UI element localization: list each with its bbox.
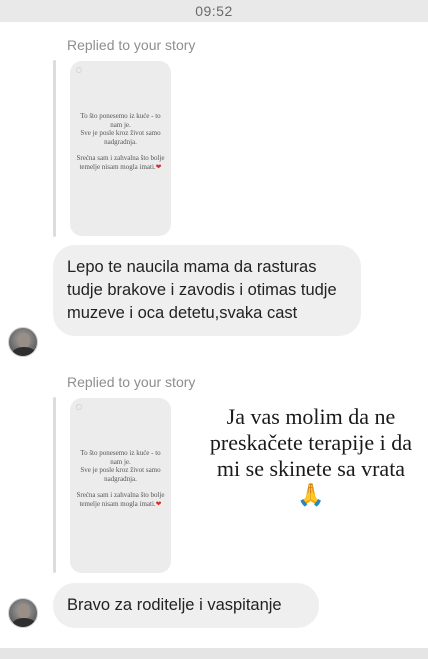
story-preview[interactable]: To što ponesemo iz kuće - to nam je. Sve… (70, 398, 171, 573)
message-text: Lepo te naucila mama da rasturas tudje b… (67, 258, 337, 322)
overlay-line-2: preskačete terapije i da (209, 430, 413, 455)
story-line-2: Sve je posle kroz život samo nadgradnja. (80, 129, 161, 146)
story-text: To što ponesemo iz kuće - to nam je. Sve… (76, 112, 165, 172)
story-line-3: Srećna sam i zahvalna što bolje temelje … (76, 154, 165, 171)
message-bubble[interactable]: Lepo te naucila mama da rasturas tudje b… (53, 245, 361, 336)
status-time: 09:52 (195, 3, 233, 19)
message-text: Bravo za roditelje i vaspitanje (67, 596, 282, 614)
story-corner-icon (76, 404, 82, 410)
praying-hands-icon: 🙏 (297, 482, 325, 507)
overlay-line-1: Ja vas molim da ne (226, 404, 396, 429)
heart-emoji: ❤ (155, 162, 162, 171)
heart-emoji: ❤ (155, 499, 162, 508)
message-bubble[interactable]: Bravo za roditelje i vaspitanje (53, 583, 319, 628)
replied-to-story-label: Replied to your story (67, 37, 196, 53)
story-reply-bar (53, 397, 56, 573)
story-corner-icon (76, 67, 82, 73)
story-line-1: To što ponesemo iz kuće - to nam je. (80, 112, 161, 129)
status-bar: 09:52 (0, 0, 428, 22)
story-text: To što ponesemo iz kuće - to nam je. Sve… (76, 449, 165, 509)
avatar[interactable] (8, 327, 38, 357)
bottom-strip (0, 648, 428, 659)
overlay-line-3: mi se skinete sa vrata (216, 456, 406, 481)
story-line-3: Srećna sam i zahvalna što bolje temelje … (76, 491, 165, 508)
avatar[interactable] (8, 598, 38, 628)
story-line-2: Sve je posle kroz život samo nadgradnja. (80, 466, 161, 483)
story-reply-bar (53, 60, 56, 237)
replied-to-story-label: Replied to your story (67, 374, 196, 390)
story-line-1: To što ponesemo iz kuće - to nam je. (80, 449, 161, 466)
story-preview[interactable]: To što ponesemo iz kuće - to nam je. Sve… (70, 61, 171, 236)
overlay-caption: Ja vas molim da ne preskačete terapije i… (194, 404, 428, 508)
